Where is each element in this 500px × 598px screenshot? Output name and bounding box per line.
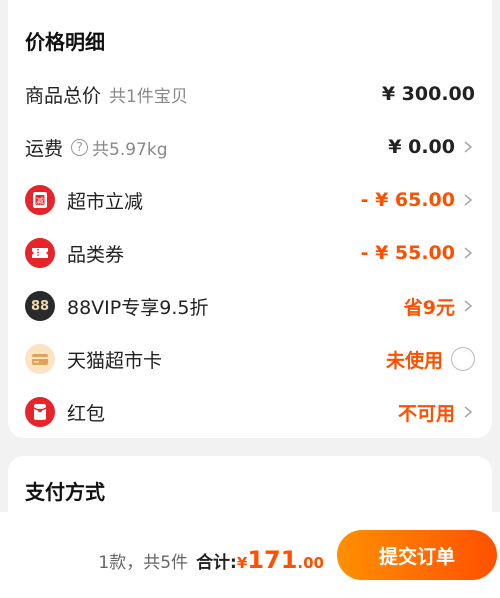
row-red-packet[interactable]: 红包 不可用 — [8, 387, 492, 437]
vip-saving-value: 省9元 — [403, 296, 455, 319]
shipping-weight: 共5.97kg — [92, 139, 168, 160]
item-count: 1款，共5件 — [98, 553, 189, 573]
chevron-right-icon — [464, 194, 473, 206]
total-label: 合计: — [196, 553, 237, 573]
row-goods-total: 商品总价 共1件宝贝 ¥ 300.00 — [8, 69, 492, 119]
shipping-value: ¥ 0.00 — [388, 136, 455, 158]
supermarket-discount-value: - ¥ 65.00 — [360, 189, 455, 211]
submit-order-button[interactable]: 提交订单 — [337, 530, 497, 580]
chevron-right-icon — [464, 406, 473, 418]
price-detail-card: 价格明细 商品总价 共1件宝贝 ¥ 300.00 运费 ? 共5.97kg ¥ … — [8, 0, 492, 438]
red-packet-label: 红包 — [67, 402, 106, 425]
goods-count-note: 共1件宝贝 — [109, 86, 188, 107]
chevron-right-icon — [464, 247, 473, 259]
total-amount: 171 — [247, 546, 298, 574]
price-detail-title: 价格明细 — [25, 30, 105, 54]
goods-total-label: 商品总价 — [25, 84, 102, 107]
chevron-right-icon — [464, 300, 473, 312]
category-coupon-label: 品类券 — [67, 243, 125, 266]
shipping-label: 运费 — [25, 137, 64, 160]
row-tmall-card[interactable]: 天猫超市卡 未使用 — [8, 334, 492, 384]
tmall-card-label: 天猫超市卡 — [67, 349, 163, 372]
row-88vip[interactable]: 88 88VIP专享9.5折 省9元 — [8, 281, 492, 331]
coupon-icon — [25, 238, 55, 268]
supermarket-discount-label: 超市立减 — [67, 190, 144, 213]
tmall-card-status: 未使用 — [385, 349, 443, 372]
svg-text:减: 减 — [36, 196, 44, 206]
category-coupon-value: - ¥ 55.00 — [360, 242, 455, 264]
card-icon — [25, 344, 55, 374]
vip-discount-label: 88VIP专享9.5折 — [67, 296, 209, 319]
chevron-right-icon — [464, 141, 473, 153]
total-currency: ¥ — [236, 554, 248, 572]
goods-total-value: ¥ 300.00 — [381, 83, 475, 105]
red-packet-icon — [25, 397, 55, 427]
vip-88-icon: 88 — [25, 291, 55, 321]
row-supermarket-discount[interactable]: 减 超市立减 - ¥ 65.00 — [8, 175, 492, 225]
row-shipping[interactable]: 运费 ? 共5.97kg ¥ 0.00 — [8, 122, 492, 172]
help-icon[interactable]: ? — [71, 138, 89, 156]
discount-icon: 减 — [25, 185, 55, 215]
tmall-card-radio[interactable] — [451, 347, 475, 371]
order-summary: 1款，共5件 合计: ¥ 171 .00 — [98, 546, 324, 574]
red-packet-status: 不可用 — [397, 402, 455, 425]
total-cents: .00 — [297, 554, 324, 572]
payment-method-title: 支付方式 — [25, 480, 105, 504]
row-category-coupon[interactable]: 品类券 - ¥ 55.00 — [8, 228, 492, 278]
